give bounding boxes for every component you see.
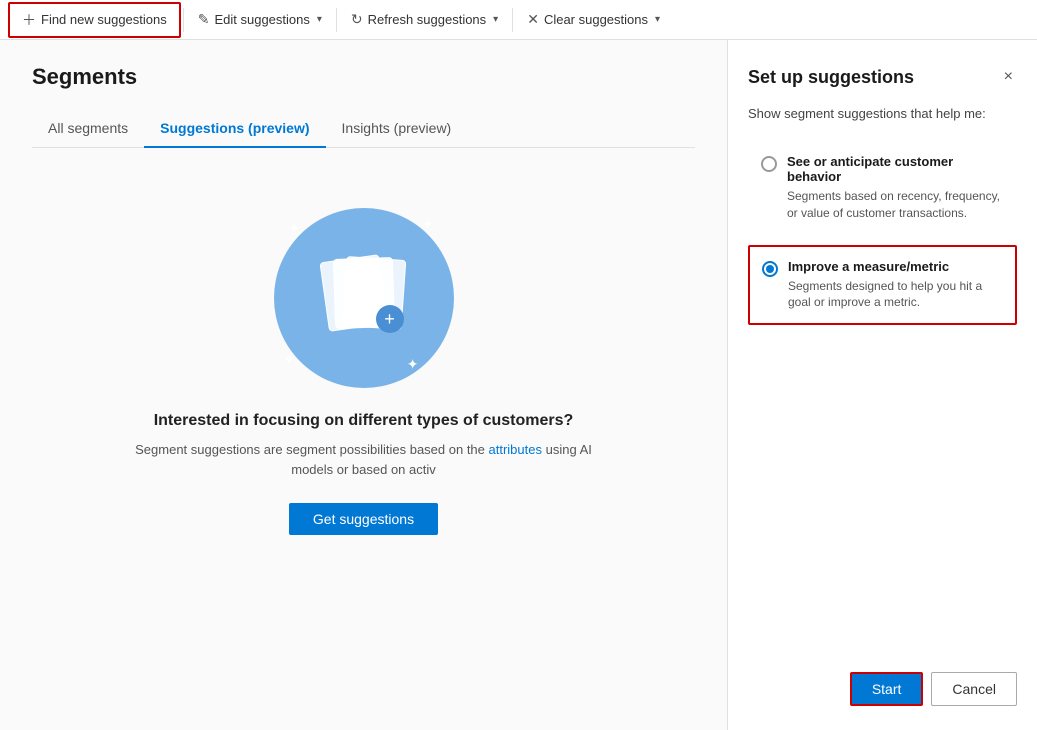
option-improve[interactable]: Improve a measure/metric Segments design…: [748, 245, 1017, 326]
tab-insights-preview[interactable]: Insights (preview): [326, 110, 468, 148]
find-new-suggestions-button[interactable]: ＋ Find new suggestions: [8, 2, 181, 38]
plus-icon: ＋: [22, 10, 36, 30]
divider-1: [183, 8, 184, 32]
sparkle-1-icon: ✦: [289, 220, 301, 237]
divider-2: [336, 8, 337, 32]
attributes-link[interactable]: attributes: [489, 442, 542, 457]
edit-chevron-icon: ▾: [317, 14, 322, 25]
option-anticipate-text: See or anticipate customer behavior Segm…: [787, 154, 1004, 222]
option-improve-label: Improve a measure/metric: [788, 259, 1003, 274]
illustration-pages: +: [319, 253, 409, 343]
tab-all-segments[interactable]: All segments: [32, 110, 144, 148]
refresh-suggestions-button[interactable]: ↻ Refresh suggestions ▾: [339, 5, 510, 34]
left-content: Segments All segments Suggestions (previ…: [0, 40, 727, 730]
start-button[interactable]: Start: [850, 672, 924, 706]
radio-improve-fill: [766, 265, 774, 273]
radio-improve[interactable]: [762, 261, 778, 277]
option-improve-text: Improve a measure/metric Segments design…: [788, 259, 1003, 312]
page-title: Segments: [32, 64, 695, 90]
main-layout: Segments All segments Suggestions (previ…: [0, 40, 1037, 730]
clear-suggestions-button[interactable]: ✕ Clear suggestions ▾: [515, 5, 672, 34]
option-anticipate-desc: Segments based on recency, frequency, or…: [787, 188, 1004, 222]
sparkle-4-icon: ✦: [407, 356, 419, 373]
panel-header: Set up suggestions ×: [748, 64, 1017, 90]
option-improve-desc: Segments designed to help you hit a goal…: [788, 278, 1003, 312]
refresh-chevron-icon: ▾: [493, 14, 498, 25]
refresh-icon: ↻: [351, 11, 363, 28]
edit-icon: ✎: [198, 11, 210, 28]
panel-footer: Start Cancel: [748, 656, 1017, 706]
illustration-area: + ✦ ✦ ✦ ✦ Interested in focusing on diff…: [32, 188, 695, 555]
right-panel: Set up suggestions × Show segment sugges…: [727, 40, 1037, 730]
illustration-title: Interested in focusing on different type…: [154, 412, 574, 430]
illustration-description: Segment suggestions are segment possibil…: [114, 440, 614, 479]
panel-title: Set up suggestions: [748, 67, 914, 88]
tab-bar: All segments Suggestions (preview) Insig…: [32, 110, 695, 148]
panel-subtitle: Show segment suggestions that help me:: [748, 106, 1017, 121]
sparkle-2-icon: ✦: [422, 216, 434, 233]
radio-anticipate[interactable]: [761, 156, 777, 172]
edit-suggestions-button[interactable]: ✎ Edit suggestions ▾: [186, 5, 334, 34]
sparkle-3-icon: ✦: [284, 351, 296, 368]
divider-3: [512, 8, 513, 32]
tab-suggestions-preview[interactable]: Suggestions (preview): [144, 110, 325, 148]
clear-chevron-icon: ▾: [655, 14, 660, 25]
clear-icon: ✕: [527, 11, 539, 28]
get-suggestions-button[interactable]: Get suggestions: [289, 503, 438, 535]
option-anticipate[interactable]: See or anticipate customer behavior Segm…: [748, 141, 1017, 235]
close-panel-button[interactable]: ×: [1000, 64, 1017, 90]
cancel-button[interactable]: Cancel: [931, 672, 1017, 706]
toolbar: ＋ Find new suggestions ✎ Edit suggestion…: [0, 0, 1037, 40]
option-anticipate-label: See or anticipate customer behavior: [787, 154, 1004, 184]
plus-circle-icon: +: [376, 305, 404, 333]
illustration-circle: + ✦ ✦ ✦ ✦: [274, 208, 454, 388]
